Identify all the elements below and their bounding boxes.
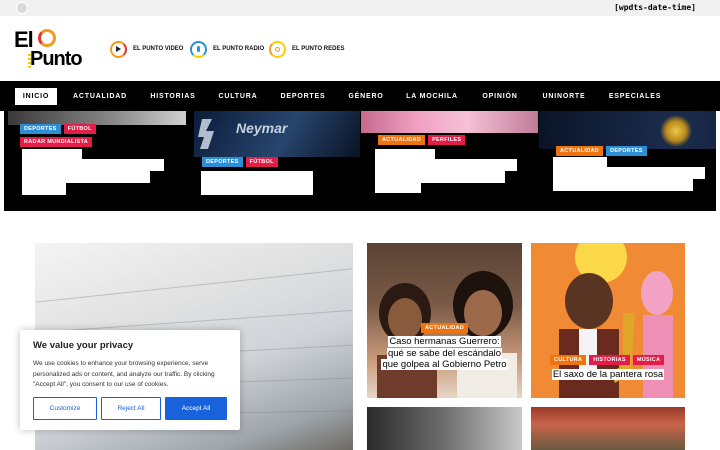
tag-deportes[interactable]: DEPORTES bbox=[20, 124, 61, 134]
media-link-video[interactable]: EL PUNTO VIDEO bbox=[110, 40, 183, 58]
featured-title-line bbox=[553, 179, 693, 191]
media-link-label: EL PUNTO RADIO bbox=[213, 46, 265, 52]
wordpress-icon[interactable] bbox=[16, 2, 28, 14]
reject-all-button[interactable]: Reject All bbox=[101, 397, 161, 420]
date-time-placeholder: [wpdts-date-time] bbox=[614, 3, 696, 12]
featured-title-line bbox=[201, 171, 313, 183]
article-card[interactable] bbox=[531, 407, 685, 450]
article-photo bbox=[377, 271, 517, 398]
article-title-text: Caso hermanas Guerrero: qué se sabe del … bbox=[381, 336, 508, 370]
nav-item-genero[interactable]: GÉNERO bbox=[344, 88, 388, 105]
media-link-redes[interactable]: EL PUNTO REDES bbox=[269, 40, 344, 58]
tag-list: DEPORTES FÚTBOL bbox=[202, 157, 342, 167]
nav-item-inicio[interactable]: INICIO bbox=[15, 88, 57, 105]
article-title[interactable]: El saxo de la pantera rosa bbox=[541, 369, 675, 381]
featured-title-line bbox=[201, 183, 313, 195]
featured-title-line bbox=[375, 159, 517, 171]
featured-title-line bbox=[375, 183, 421, 193]
nav-item-actualidad[interactable]: ACTUALIDAD bbox=[69, 88, 131, 105]
featured-image bbox=[361, 111, 538, 133]
featured-card[interactable]: ACTUALIDAD DEPORTES bbox=[539, 111, 716, 211]
main-nav: INICIO ACTUALIDAD HISTORIAS CULTURA DEPO… bbox=[0, 81, 720, 111]
neymar-banner-text: Neymar bbox=[236, 120, 289, 136]
logo-ring-icon bbox=[38, 29, 56, 47]
media-link-label: EL PUNTO REDES bbox=[292, 46, 345, 52]
tag-list: DEPORTES FÚTBOL RADAR MUNDIALISTA bbox=[20, 124, 160, 147]
cookie-title: We value your privacy bbox=[33, 340, 134, 351]
tag-futbol[interactable]: FÚTBOL bbox=[63, 124, 96, 134]
tag-radar-mundialista[interactable]: RADAR MUNDIALISTA bbox=[20, 137, 92, 147]
featured-title-line bbox=[22, 183, 66, 195]
nav-item-cultura[interactable]: CULTURA bbox=[214, 88, 262, 105]
microphone-icon bbox=[190, 40, 207, 58]
nav-item-la-mochila[interactable]: LA MOCHILA bbox=[403, 88, 461, 105]
newspaper-line bbox=[35, 268, 353, 303]
featured-strip: DEPORTES FÚTBOL RADAR MUNDIALISTA Neymar… bbox=[4, 111, 716, 211]
tag-list: CULTURA HISTORIAS MÚSICA bbox=[550, 355, 665, 365]
media-link-label: EL PUNTO VIDEO bbox=[133, 46, 184, 52]
featured-title-line bbox=[22, 149, 82, 159]
featured-image bbox=[539, 111, 716, 149]
site-logo[interactable]: El Punto bbox=[14, 27, 88, 71]
featured-title-line bbox=[375, 149, 435, 159]
tag-cultura[interactable]: CULTURA bbox=[550, 355, 587, 365]
article-card[interactable]: CULTURA HISTORIAS MÚSICA El saxo de la p… bbox=[531, 243, 685, 398]
tag-perfiles[interactable]: PERFILES bbox=[428, 135, 466, 145]
media-link-radio[interactable]: EL PUNTO RADIO bbox=[190, 40, 264, 58]
tag-musica[interactable]: MÚSICA bbox=[632, 355, 665, 365]
tag-list: ACTUALIDAD PERFILES bbox=[378, 135, 518, 145]
nav-item-opinion[interactable]: OPINIÓN bbox=[477, 88, 523, 105]
tag-actualidad[interactable]: ACTUALIDAD bbox=[556, 146, 604, 156]
tag-actualidad[interactable]: ACTUALIDAD bbox=[378, 135, 426, 145]
share-icon bbox=[269, 40, 286, 58]
tag-historias[interactable]: HISTORIAS bbox=[589, 355, 630, 365]
play-icon bbox=[110, 40, 127, 58]
featured-image bbox=[8, 111, 186, 125]
logo-text-punto: Punto bbox=[30, 48, 83, 70]
cookie-text: We use cookies to enhance your browsing … bbox=[33, 360, 215, 388]
tag-list: ACTUALIDAD bbox=[421, 323, 469, 333]
tag-deportes[interactable]: DEPORTES bbox=[606, 146, 647, 156]
article-title-text: El saxo de la pantera rosa bbox=[551, 369, 665, 380]
tag-list: ACTUALIDAD DEPORTES bbox=[556, 146, 696, 156]
nav-item-uninorte[interactable]: UNINORTE bbox=[538, 88, 590, 105]
featured-title-line bbox=[22, 159, 164, 171]
featured-image: Neymar bbox=[194, 111, 360, 157]
tag-actualidad[interactable]: ACTUALIDAD bbox=[421, 323, 469, 333]
featured-title-line bbox=[553, 167, 705, 179]
featured-title-line bbox=[553, 157, 607, 167]
featured-card[interactable]: Neymar DEPORTES FÚTBOL bbox=[194, 111, 360, 211]
cookie-consent-banner: We value your privacy We use cookies to … bbox=[20, 330, 240, 430]
nav-item-especiales[interactable]: ESPECIALES bbox=[606, 88, 664, 105]
nav-item-deportes[interactable]: DEPORTES bbox=[277, 88, 329, 105]
article-title[interactable]: Caso hermanas Guerrero: qué se sabe del … bbox=[381, 336, 508, 371]
featured-title-line bbox=[375, 171, 505, 183]
featured-card[interactable]: DEPORTES FÚTBOL RADAR MUNDIALISTA bbox=[8, 111, 186, 211]
article-card[interactable] bbox=[367, 407, 522, 450]
featured-title-line bbox=[22, 171, 150, 183]
customize-button[interactable]: Customize bbox=[33, 397, 97, 420]
top-bar: [wpdts-date-time] bbox=[0, 0, 720, 16]
nav-item-historias[interactable]: HISTORIAS bbox=[146, 88, 200, 105]
accept-all-button[interactable]: Accept All bbox=[165, 397, 227, 420]
featured-card[interactable]: ACTUALIDAD PERFILES bbox=[361, 111, 538, 211]
neymar-banner-icon: Neymar bbox=[198, 119, 289, 149]
article-card[interactable]: ACTUALIDAD Caso hermanas Guerrero: qué s… bbox=[367, 243, 522, 398]
tag-deportes[interactable]: DEPORTES bbox=[202, 157, 243, 167]
tag-futbol[interactable]: FÚTBOL bbox=[245, 157, 278, 167]
